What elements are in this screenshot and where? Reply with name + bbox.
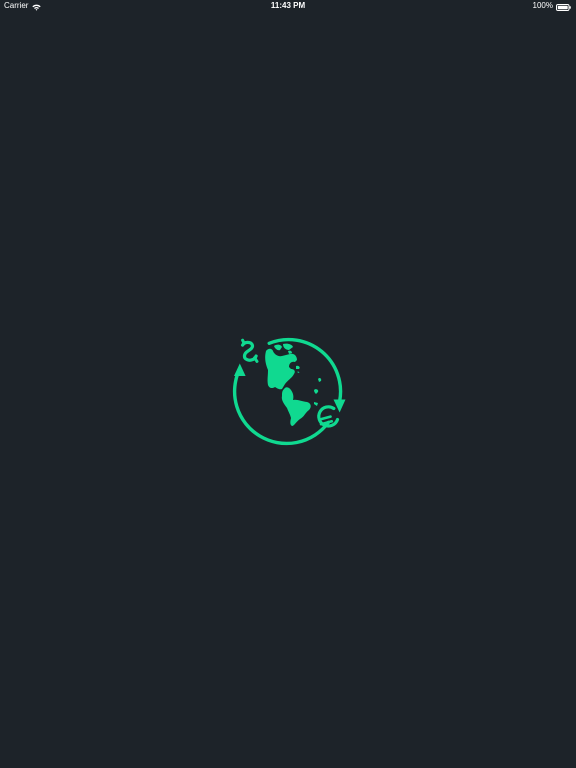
battery-percent: 100% [532,1,553,10]
globe-currency-exchange-icon [226,332,350,446]
launch-screen: Carrier 11:43 PM 100% [0,0,576,768]
battery-indicator: 100% [533,0,571,12]
battery-full-icon [556,3,571,11]
status-bar: Carrier 11:43 PM 100% [0,0,576,12]
status-time: 11:43 PM [270,1,306,10]
